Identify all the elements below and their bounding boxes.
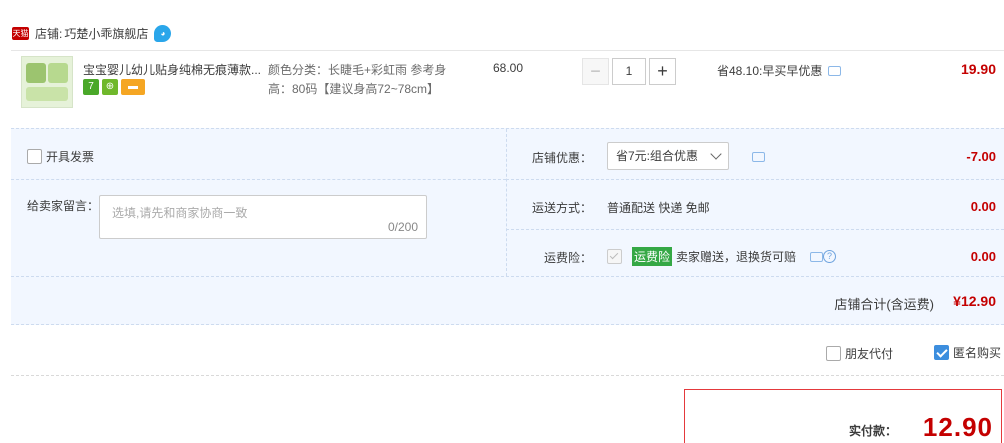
- shop-name-link[interactable]: 巧楚小乖旗舰店: [64, 25, 148, 42]
- insurance-tag: 运费险: [632, 247, 673, 266]
- item-discount: 省48.10:早买早优惠: [717, 62, 842, 79]
- shop-header: 天猫 店铺: 巧楚小乖旗舰店 ◕: [12, 24, 172, 42]
- payment-amount: 12.90: [922, 412, 993, 442]
- seller-message-input[interactable]: 选填,请先和商家协商一致 0/200: [99, 195, 427, 239]
- extra-options-row: 朋友代付 匿名购买: [11, 330, 1004, 376]
- payment-summary: 实付款： 12.90: [684, 389, 1002, 443]
- tmall-badge-icon: 天猫: [12, 26, 29, 40]
- service-icons: 7 ⊕ ▬: [83, 79, 145, 95]
- seven-day-return-icon[interactable]: 7: [83, 79, 99, 95]
- shop-coupon-select[interactable]: 省7元:组合优惠: [607, 142, 729, 170]
- shop-coupon-label: 店铺优惠：: [532, 151, 593, 165]
- shop-coupon-value: 省7元:组合优惠: [616, 149, 699, 163]
- invoice-option[interactable]: 开具发票: [27, 148, 94, 165]
- unit-price: 68.00: [493, 61, 524, 75]
- item-discount-text: 省48.10:早买早优惠: [717, 64, 823, 78]
- comment-icon[interactable]: [810, 251, 824, 262]
- comment-icon[interactable]: [752, 152, 765, 162]
- qty-plus-button[interactable]: +: [649, 58, 676, 85]
- product-title-link[interactable]: 宝宝婴儿幼儿贴身纯棉无痕薄款...: [83, 61, 263, 78]
- sku-info: 颜色分类：长睫毛+彩虹雨 参考身高：80码【建议身高72~78cm】: [268, 63, 447, 96]
- qty-minus-button[interactable]: −: [582, 58, 609, 85]
- insurance-amount: 0.00: [970, 249, 996, 264]
- friend-pay-option[interactable]: 朋友代付: [826, 345, 893, 362]
- item-row: 宝宝婴儿幼儿贴身纯棉无痕薄款... 7 ⊕ ▬ 颜色分类：长睫毛+彩虹雨 参考身…: [11, 50, 1004, 126]
- order-options-panel: 开具发票 给卖家留言： 选填,请先和商家协商一致 0/200 店铺优惠： 省7元…: [11, 128, 1004, 325]
- insurance-label: 运费险：: [544, 251, 593, 265]
- message-char-count: 0/200: [387, 220, 418, 234]
- anonymous-option[interactable]: 匿名购买: [934, 344, 1001, 361]
- message-label: 给卖家留言：: [27, 199, 100, 213]
- product-thumbnail[interactable]: [21, 56, 73, 108]
- friend-pay-checkbox[interactable]: [826, 346, 841, 361]
- insurance-checkbox: [607, 249, 622, 264]
- quantity-stepper: − 1 +: [582, 58, 676, 85]
- shop-coupon-amount: -7.00: [966, 149, 996, 164]
- insurance-option: 运费险 卖家赠送，退换货可赔 ?: [607, 247, 837, 266]
- item-total: 19.90: [960, 61, 996, 77]
- shipping-amount: 0.00: [970, 199, 996, 214]
- comment-icon[interactable]: [828, 65, 842, 76]
- shipping-method: 普通配送 快递 免邮: [607, 201, 710, 215]
- anonymous-checkbox[interactable]: [934, 345, 949, 360]
- qty-input[interactable]: 1: [612, 58, 646, 85]
- shop-label: 店铺:: [35, 26, 63, 41]
- shop-subtotal-amount: ¥12.90: [953, 293, 996, 309]
- invoice-label: 开具发票: [46, 150, 95, 164]
- guarantee-icon[interactable]: ⊕: [102, 79, 118, 95]
- card-pay-icon[interactable]: ▬: [121, 79, 145, 95]
- anonymous-label: 匿名购买: [953, 346, 1002, 360]
- friend-pay-label: 朋友代付: [845, 347, 894, 361]
- wangwang-chat-icon[interactable]: ◕: [154, 24, 172, 42]
- payment-label: 实付款：: [849, 424, 898, 438]
- shop-subtotal-label: 店铺合计(含运费): [834, 297, 934, 312]
- chevron-down-icon: [710, 148, 722, 160]
- shipping-label: 运送方式：: [532, 201, 593, 215]
- invoice-checkbox[interactable]: [27, 149, 42, 164]
- insurance-desc: 卖家赠送，退换货可赔: [676, 250, 797, 264]
- message-placeholder: 选填,请先和商家协商一致: [112, 206, 248, 220]
- help-icon[interactable]: ?: [823, 250, 837, 263]
